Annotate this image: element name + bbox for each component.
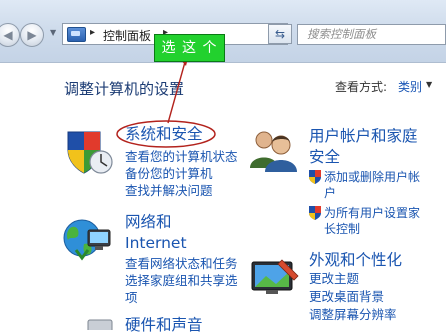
control-panel-icon xyxy=(67,27,86,42)
breadcrumb-control-panel[interactable]: 控制面板 xyxy=(103,27,151,44)
refresh-button[interactable]: ⇆ xyxy=(268,24,292,44)
back-arrow-icon: ◀ xyxy=(3,28,13,42)
category-system-security[interactable]: 系统和安全 xyxy=(125,124,203,145)
link-adjust-screen-resolution[interactable]: 调整屏幕分辨率 xyxy=(309,307,397,323)
link-add-remove-users[interactable]: 添加或删除用户帐 xyxy=(308,169,420,185)
hardware-sound-icon[interactable] xyxy=(86,318,116,330)
link-add-remove-users-text[interactable]: 添加或删除用户帐 xyxy=(324,169,420,185)
system-security-shield-icon[interactable] xyxy=(64,128,114,176)
link-parental-controls-cont[interactable]: 长控制 xyxy=(324,221,360,237)
annotation-callout: 选 这 个 xyxy=(154,34,225,62)
view-by-dropdown-icon[interactable]: ▼ xyxy=(426,80,432,89)
link-parental-controls-text[interactable]: 为所有用户设置家 xyxy=(324,205,420,221)
page-title: 调整计算机的设置 xyxy=(64,80,185,98)
back-button[interactable]: ◀ xyxy=(0,23,20,47)
link-add-remove-users-cont[interactable]: 户 xyxy=(324,185,336,201)
category-appearance[interactable]: 外观和个性化 xyxy=(309,250,402,271)
link-backup-computer[interactable]: 备份您的计算机 xyxy=(125,166,213,182)
category-user-accounts-line2[interactable]: 安全 xyxy=(309,147,340,168)
link-change-theme[interactable]: 更改主题 xyxy=(309,271,359,287)
forward-button[interactable]: ▶ xyxy=(20,23,44,47)
refresh-icon: ⇆ xyxy=(274,27,286,41)
breadcrumb-separator-icon[interactable]: ▸ xyxy=(90,27,95,38)
uac-shield-icon xyxy=(309,206,321,220)
uac-shield-icon xyxy=(309,170,321,184)
category-user-accounts-line1[interactable]: 用户帐户和家庭 xyxy=(309,126,418,147)
view-by-label: 查看方式: xyxy=(335,80,388,94)
category-network-title-line1[interactable]: 网络和 xyxy=(125,212,172,233)
user-accounts-icon[interactable] xyxy=(248,128,298,174)
network-globe-icon[interactable] xyxy=(62,214,114,262)
view-by-selector[interactable]: 类别 xyxy=(398,78,422,95)
link-homegroup-sharing[interactable]: 选择家庭组和共享选 xyxy=(125,273,238,289)
category-network-title-line2[interactable]: Internet xyxy=(125,233,187,254)
category-hardware-sound[interactable]: 硬件和声音 xyxy=(125,315,203,336)
forward-arrow-icon: ▶ xyxy=(27,28,37,42)
link-view-computer-status[interactable]: 查看您的计算机状态 xyxy=(125,149,238,165)
link-troubleshoot[interactable]: 查找并解决问题 xyxy=(125,183,213,199)
search-input[interactable]: 搜索控制面板 xyxy=(297,24,446,45)
link-change-desktop-background[interactable]: 更改桌面背景 xyxy=(309,289,384,305)
appearance-personalization-icon[interactable] xyxy=(248,256,300,298)
link-homegroup-sharing-cont[interactable]: 项 xyxy=(125,290,138,306)
recent-pages-dropdown-icon[interactable]: ▼ xyxy=(50,28,56,37)
link-parental-controls[interactable]: 为所有用户设置家 xyxy=(308,205,420,221)
link-view-network-status[interactable]: 查看网络状态和任务 xyxy=(125,256,238,272)
